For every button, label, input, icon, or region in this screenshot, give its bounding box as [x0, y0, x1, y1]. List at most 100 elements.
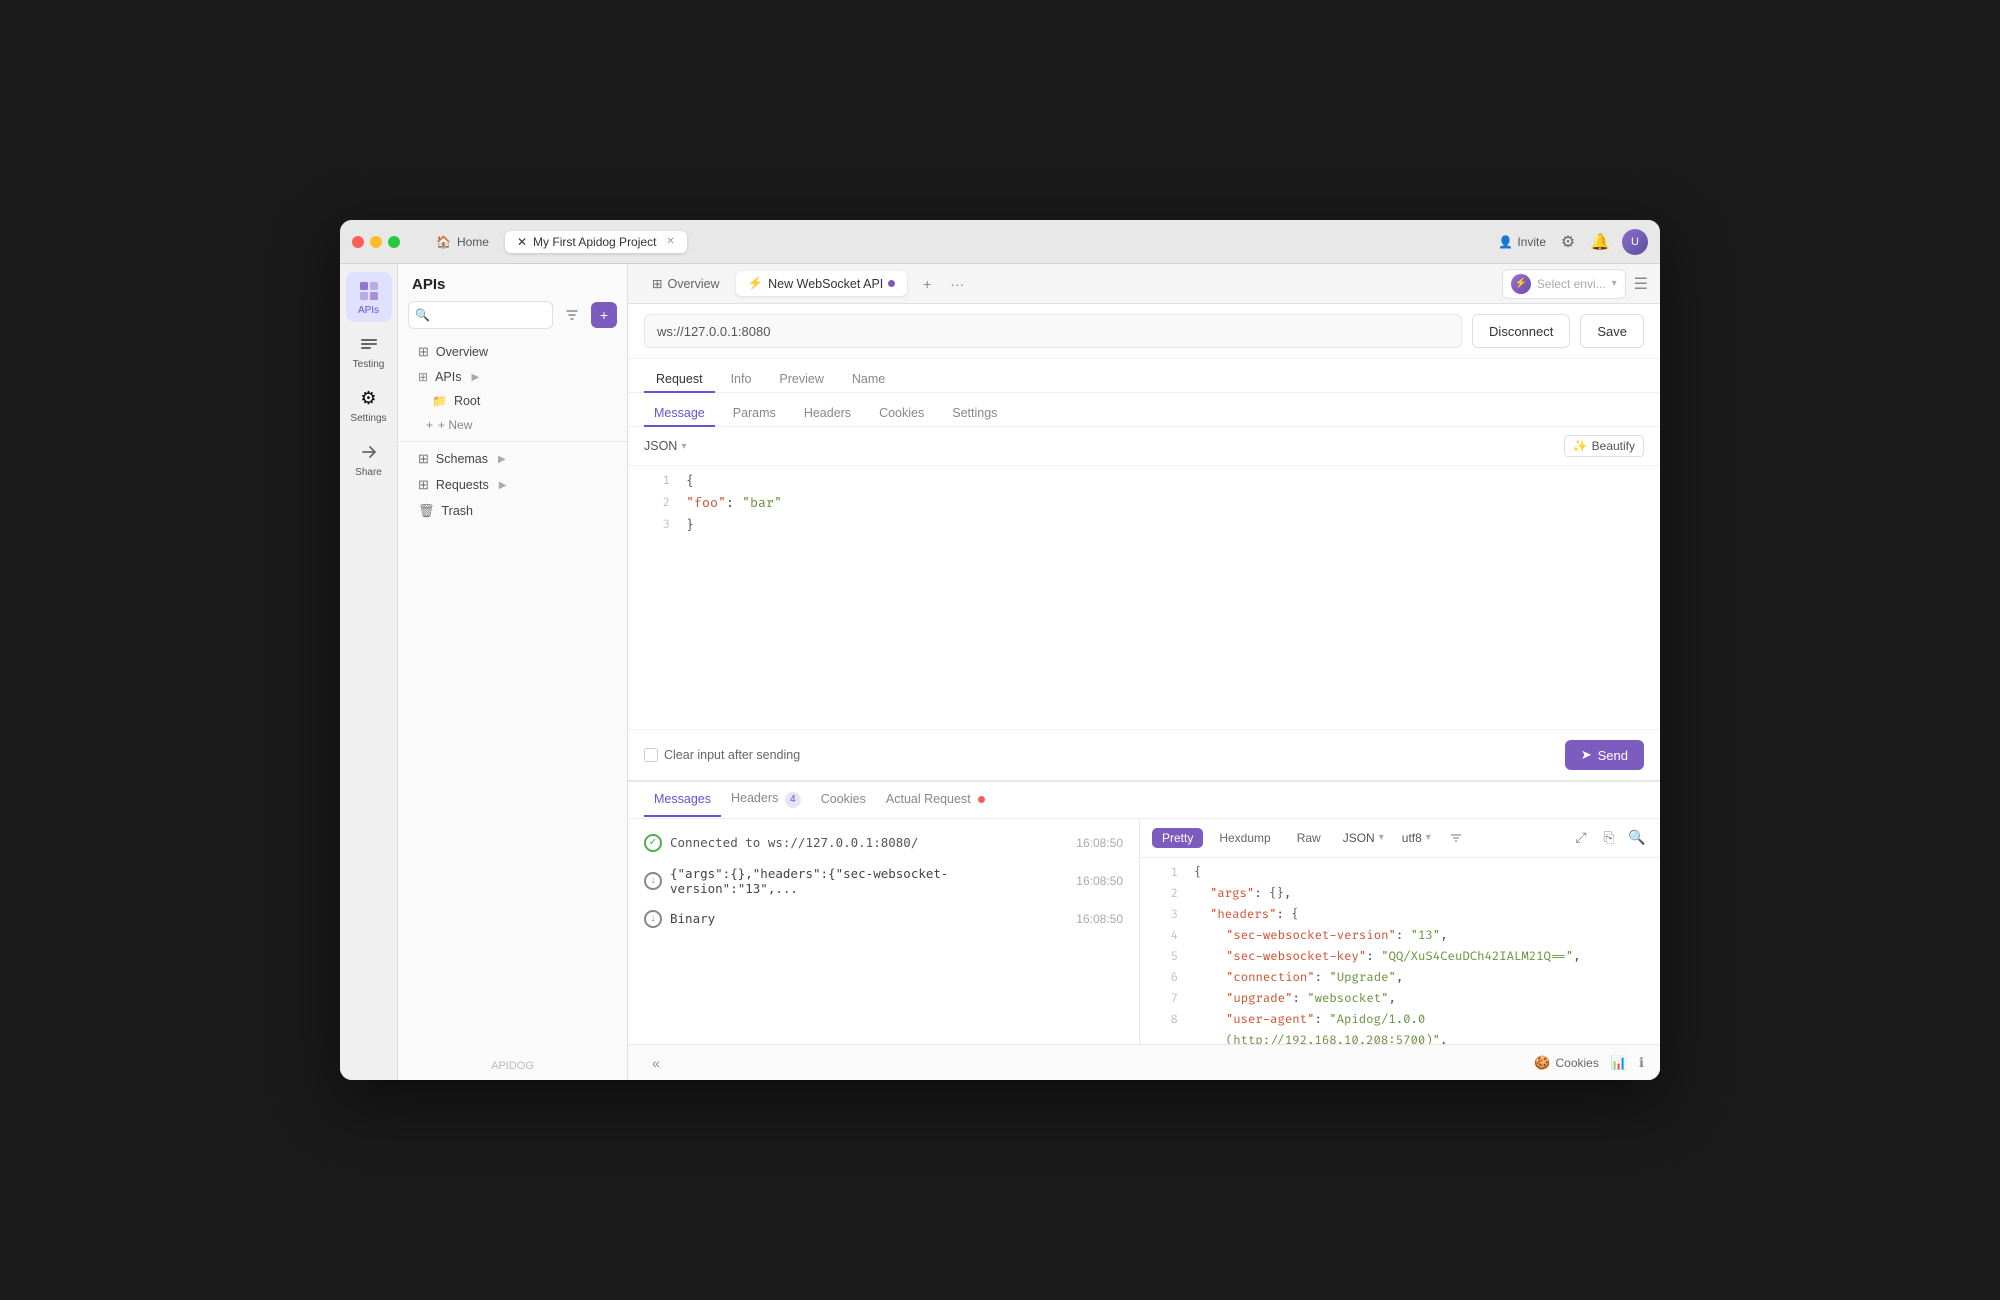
sidebar-search-row: 🔍 + — [398, 301, 627, 337]
info-tab-request[interactable]: Request — [644, 367, 715, 393]
env-icon: ⚡ — [1511, 274, 1531, 294]
send-label: Send — [1598, 748, 1628, 763]
msg-tab-cookies[interactable]: Cookies — [869, 401, 934, 427]
settings-sidebar-icon: ⚙ — [357, 386, 381, 410]
expand-icon[interactable]: ⤢ — [1570, 827, 1592, 849]
code-editor[interactable]: 1 { 2 "foo": "bar" 3 } — [628, 465, 1660, 729]
encoding2-label: utf8 — [1402, 831, 1422, 845]
connected-text: Connected to ws://127.0.0.1:8080/ — [670, 835, 1068, 850]
websocket-tab-label: New WebSocket API — [768, 277, 883, 291]
message-item-connected[interactable]: ✓ Connected to ws://127.0.0.1:8080/ 16:0… — [628, 827, 1139, 859]
headers-badge: 4 — [785, 792, 801, 808]
sidebar-item-apis[interactable]: APIs — [346, 272, 392, 322]
msg-tab-params[interactable]: Params — [723, 401, 786, 427]
env-select[interactable]: ⚡ Select envi... ▾ — [1502, 269, 1626, 299]
info-tab-name[interactable]: Name — [840, 367, 897, 393]
stats-bar-button[interactable]: 📊 — [1611, 1055, 1627, 1071]
collapse-button[interactable]: « — [644, 1051, 668, 1075]
encoding2-select[interactable]: utf8 ▾ — [1396, 828, 1437, 848]
bottom-panel: Messages Headers 4 Cookies Actual Reques… — [628, 780, 1660, 1080]
app-window: 🏠 Home ✕ My First Apidog Project ✕ 👤 Inv… — [340, 220, 1660, 1080]
add-tab-button[interactable]: + — [915, 272, 939, 296]
title-bar: 🏠 Home ✕ My First Apidog Project ✕ 👤 Inv… — [340, 220, 1660, 264]
msg-tab-headers[interactable]: Headers — [794, 401, 861, 427]
more-tabs-button[interactable]: ··· — [945, 272, 969, 296]
encoding2-chevron-icon: ▾ — [1426, 832, 1431, 843]
tab-actions: + ··· — [915, 272, 969, 296]
home-tab-label: Home — [457, 235, 489, 249]
cookies-bar-button[interactable]: 🍪 Cookies — [1534, 1055, 1599, 1071]
traffic-lights — [352, 236, 400, 248]
add-button[interactable]: + — [591, 302, 617, 328]
sidebar-schemas[interactable]: ⊞ Schemas ▶ — [404, 446, 621, 472]
disconnect-button[interactable]: Disconnect — [1472, 314, 1570, 348]
avatar[interactable]: U — [1622, 229, 1648, 255]
trash-label: Trash — [442, 504, 474, 518]
title-bar-right: 👤 Invite ⚙ 🔔 U — [1498, 229, 1648, 255]
code-line-1: 1 { — [628, 470, 1660, 492]
api-sidebar-header: APIs — [398, 264, 627, 301]
json-msg-text: {"args":{},"headers":{"sec-websocket-ver… — [670, 866, 1068, 896]
maximize-button[interactable] — [388, 236, 400, 248]
sidebar-apis[interactable]: ⊞ APIs ▶ — [404, 365, 621, 389]
msg-tab-settings[interactable]: Settings — [942, 401, 1007, 427]
bottom-tab-actual-request[interactable]: Actual Request — [876, 783, 995, 817]
new-item-row[interactable]: + + New — [398, 413, 627, 437]
sidebar-footer: APIDOG — [398, 1052, 627, 1080]
apis-arrow-icon: ▶ — [471, 372, 479, 383]
menu-button[interactable]: ☰ — [1634, 274, 1648, 294]
hexdump-button[interactable]: Hexdump — [1209, 828, 1280, 848]
sidebar-trash[interactable]: 🗑 Trash — [404, 498, 621, 524]
main-layout: APIs Testing ⚙ Settings — [340, 264, 1660, 1080]
beautify-button[interactable]: ✨ Beautify — [1564, 435, 1644, 457]
raw-button[interactable]: Raw — [1287, 828, 1331, 848]
sidebar-requests[interactable]: ⊞ Requests ▶ — [404, 472, 621, 498]
share-icon — [357, 440, 381, 464]
bottom-tab-cookies[interactable]: Cookies — [811, 783, 876, 817]
sidebar-item-testing[interactable]: Testing — [346, 326, 392, 376]
project-tab[interactable]: ✕ My First Apidog Project ✕ — [505, 231, 687, 253]
sidebar-root[interactable]: 📁 Root — [404, 389, 621, 413]
message-item-json[interactable]: ↓ {"args":{},"headers":{"sec-websocket-v… — [628, 859, 1139, 903]
info-tab-info[interactable]: Info — [719, 367, 764, 393]
clear-checkbox-input[interactable] — [644, 748, 658, 762]
window-tabs: 🏠 Home ✕ My First Apidog Project ✕ — [424, 231, 1490, 253]
json-line-2: 2 "args": {}, — [1140, 883, 1660, 904]
message-item-binary[interactable]: ↓ Binary 16:08:50 — [628, 903, 1139, 935]
format-select[interactable]: JSON ▾ — [644, 439, 686, 453]
info-bar-button[interactable]: ℹ — [1639, 1055, 1644, 1071]
stats-icon: 📊 — [1611, 1055, 1627, 1071]
home-tab[interactable]: 🏠 Home — [424, 231, 501, 253]
project-tab-close-icon[interactable]: ✕ — [666, 236, 674, 247]
tab-websocket[interactable]: ⚡ New WebSocket API — [736, 271, 908, 296]
sidebar-item-share[interactable]: Share — [346, 434, 392, 484]
bell-icon[interactable]: 🔔 — [1590, 232, 1610, 252]
bottom-tab-headers[interactable]: Headers 4 — [721, 782, 811, 819]
encoding-select[interactable]: JSON ▾ — [1337, 828, 1390, 848]
sidebar-item-settings[interactable]: ⚙ Settings — [346, 380, 392, 430]
search-json-icon[interactable]: 🔍 — [1626, 827, 1648, 849]
invite-button[interactable]: 👤 Invite — [1498, 235, 1546, 249]
copy-icon[interactable]: ⎘ — [1598, 827, 1620, 849]
send-button[interactable]: ➤ Send — [1565, 740, 1644, 770]
bottom-tab-messages[interactable]: Messages — [644, 783, 721, 817]
filter-button[interactable] — [559, 302, 585, 328]
info-tab-preview[interactable]: Preview — [767, 367, 835, 393]
overview-nav-icon: ⊞ — [418, 344, 429, 360]
filter-icon-btn[interactable] — [1443, 828, 1469, 848]
minimize-button[interactable] — [370, 236, 382, 248]
json-line-4: 4 "sec-websocket-version": "13", — [1140, 925, 1660, 946]
tab-overview[interactable]: ⊞ Overview — [640, 271, 732, 296]
settings-icon[interactable]: ⚙ — [1558, 232, 1578, 252]
url-input[interactable] — [644, 314, 1462, 348]
close-button[interactable] — [352, 236, 364, 248]
editor-toolbar: JSON ▾ ✨ Beautify — [628, 427, 1660, 465]
msg-tab-message[interactable]: Message — [644, 401, 715, 427]
clear-checkbox[interactable]: Clear input after sending — [644, 748, 800, 762]
apis-nav-icon: ⊞ — [418, 370, 428, 384]
pretty-button[interactable]: Pretty — [1152, 828, 1203, 848]
plus-icon: + — [426, 418, 433, 432]
sidebar-overview[interactable]: ⊞ Overview — [404, 339, 621, 365]
save-button[interactable]: Save — [1580, 314, 1644, 348]
schemas-label: Schemas — [436, 452, 488, 466]
